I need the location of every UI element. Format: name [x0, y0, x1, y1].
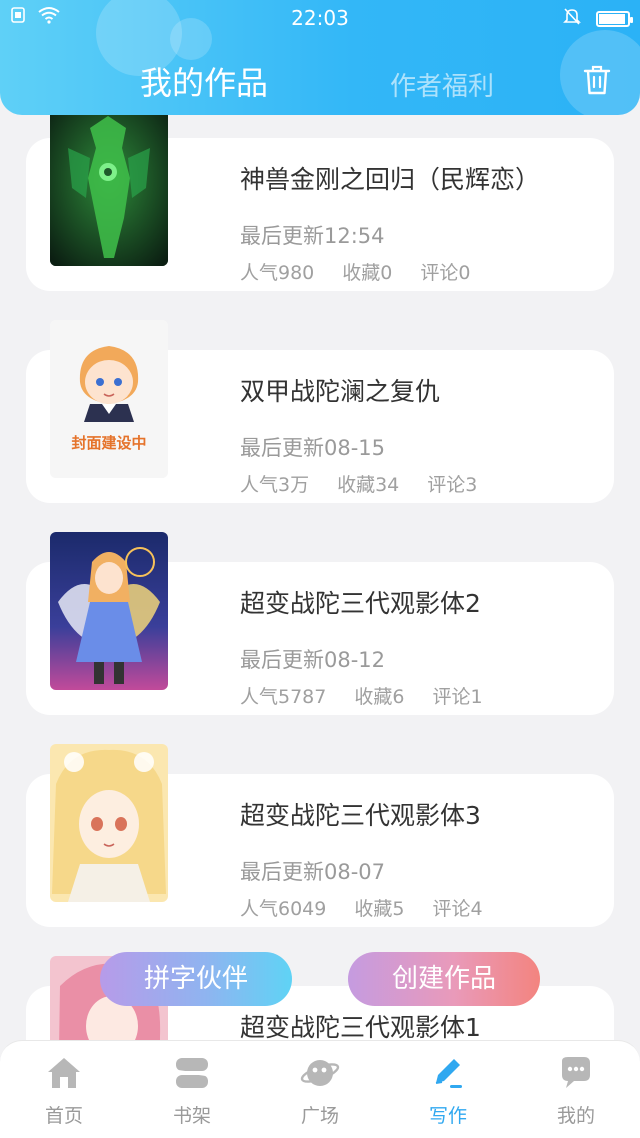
bookshelf-icon [172, 1055, 212, 1091]
home-icon [44, 1055, 84, 1091]
work-updated: 最后更新08-12 [240, 648, 386, 672]
work-favorites: 收藏34 [337, 474, 400, 496]
work-stats: 人气5787 收藏6 评论1 [240, 682, 483, 709]
cover-placeholder-text: 封面建设中 [71, 434, 147, 452]
tab-author-welfare[interactable]: 作者福利 [390, 66, 494, 103]
create-work-button[interactable]: 创建作品 [348, 952, 540, 1006]
tab-my-works[interactable]: 我的作品 [140, 58, 268, 104]
work-stats: 人气6049 收藏5 评论4 [240, 894, 483, 921]
work-title: 超变战陀三代观影体1 [240, 1013, 481, 1042]
nav-plaza[interactable]: 广场 [256, 1041, 384, 1138]
work-comments: 评论4 [432, 898, 483, 920]
work-cover[interactable] [50, 532, 168, 690]
trash-icon[interactable] [580, 63, 614, 97]
mute-bell-icon [562, 6, 582, 31]
work-stats: 人气3万 收藏34 评论3 [240, 470, 477, 497]
work-title: 双甲战陀澜之复仇 [240, 377, 441, 406]
app-header: 22:03 我的作品 作者福利 [0, 0, 640, 115]
work-favorites: 收藏6 [354, 686, 405, 708]
work-comments: 评论0 [420, 262, 471, 284]
work-title: 神兽金刚之回归（民辉恋） [240, 165, 541, 194]
work-stats: 人气980 收藏0 评论0 [240, 258, 470, 285]
writing-partner-button[interactable]: 拼字伙伴 [100, 952, 292, 1006]
nav-home[interactable]: 首页 [0, 1041, 128, 1138]
work-cover[interactable] [50, 744, 168, 902]
work-popularity: 人气5787 [240, 686, 327, 708]
pen-icon [428, 1055, 468, 1091]
work-comments: 评论1 [432, 686, 483, 708]
works-list: 神兽金刚之回归（民辉恋） 最后更新12:54 人气980 收藏0 评论0 双甲战… [0, 0, 640, 1138]
chat-bubble-icon [556, 1055, 596, 1091]
nav-label: 写作 [428, 1105, 467, 1127]
work-comments: 评论3 [427, 474, 478, 496]
nav-label: 首页 [44, 1105, 83, 1127]
nav-label: 书架 [172, 1105, 211, 1127]
bottom-nav: 首页 书架 广场 写作 我的 [0, 1040, 640, 1138]
nav-label: 广场 [300, 1105, 339, 1127]
work-popularity: 人气980 [240, 262, 315, 284]
work-title: 超变战陀三代观影体2 [240, 589, 481, 618]
status-bar: 22:03 [0, 0, 640, 34]
work-updated: 最后更新08-07 [240, 860, 386, 884]
work-popularity: 人气3万 [240, 474, 310, 496]
status-time: 22:03 [291, 6, 349, 30]
work-popularity: 人气6049 [240, 898, 327, 920]
work-updated: 最后更新08-15 [240, 436, 386, 460]
work-title: 超变战陀三代观影体3 [240, 801, 481, 830]
work-favorites: 收藏0 [342, 262, 393, 284]
nav-label: 我的 [556, 1105, 595, 1127]
planet-icon [300, 1055, 340, 1091]
work-favorites: 收藏5 [354, 898, 405, 920]
nav-write[interactable]: 写作 [384, 1041, 512, 1138]
nav-bookshelf[interactable]: 书架 [128, 1041, 256, 1138]
battery-icon [596, 10, 633, 27]
work-cover[interactable] [50, 108, 168, 266]
nav-mine[interactable]: 我的 [512, 1041, 640, 1138]
work-updated: 最后更新12:54 [240, 224, 385, 248]
work-cover[interactable]: 封面建设中 [50, 320, 168, 478]
